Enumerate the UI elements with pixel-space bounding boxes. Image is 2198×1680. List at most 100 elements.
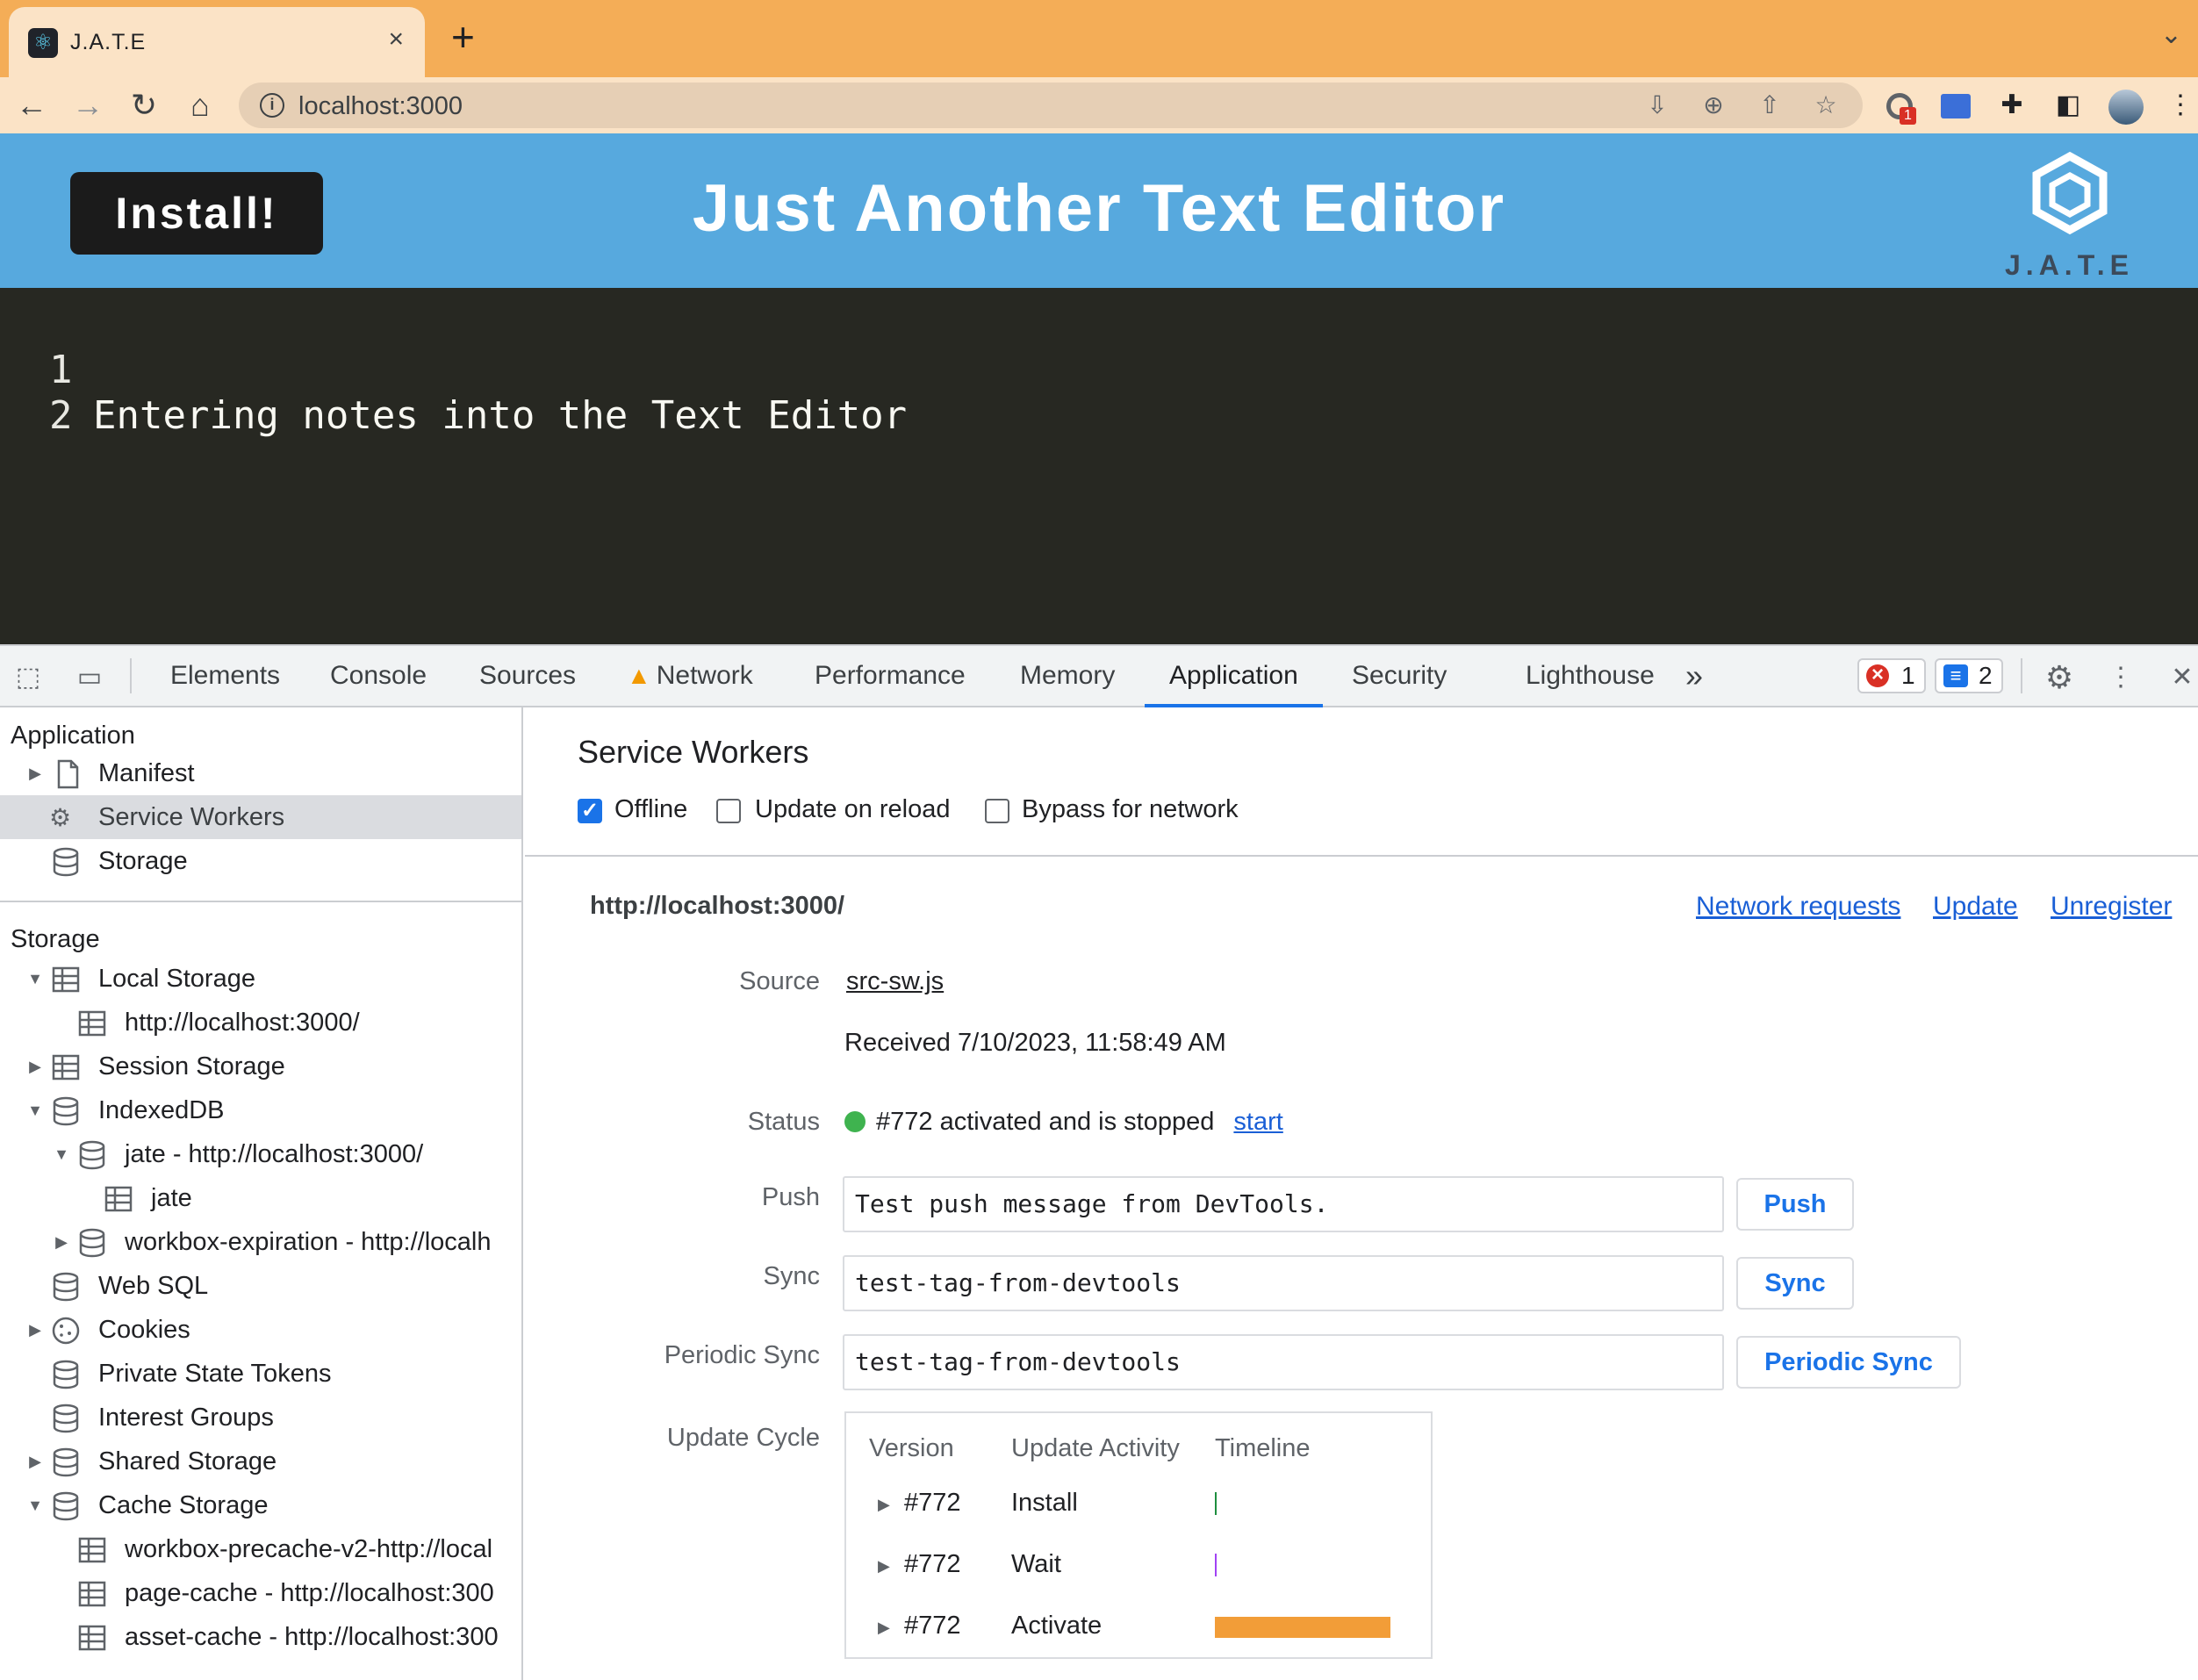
side-panel-icon[interactable]: ◧ [2052, 90, 2084, 121]
sidebar-item-cache-storage[interactable]: ▼ Cache Storage [0, 1483, 521, 1527]
collapse-arrow-icon[interactable]: ▼ [26, 1483, 44, 1527]
bookmark-star-icon[interactable]: ☆ [1810, 90, 1842, 121]
browser-menu-icon[interactable]: ⋮ [2165, 90, 2196, 121]
tab-performance[interactable]: Performance [799, 646, 981, 707]
collapse-arrow-icon[interactable]: ▼ [26, 957, 44, 1001]
collapse-arrow-icon[interactable]: ▼ [53, 1132, 70, 1176]
expand-arrow-icon[interactable]: ▶ [26, 1045, 44, 1088]
address-bar-url[interactable]: localhost:3000 [298, 92, 463, 121]
settings-gear-icon[interactable]: ⚙ [2040, 658, 2079, 697]
tab-application[interactable]: Application [1145, 646, 1323, 707]
sidebar-item-web-sql[interactable]: Web SQL [0, 1264, 521, 1308]
tab-search-chevron-icon[interactable]: ⌄ [2160, 19, 2182, 50]
device-toolbar-icon[interactable]: ▭ [70, 658, 109, 697]
tab-sources[interactable]: Sources [463, 646, 592, 707]
editor-line[interactable]: 2 [0, 348, 93, 438]
update-cycle-label: Update Cycle [666, 1424, 820, 1452]
sidebar-item-label: jate [151, 1184, 192, 1212]
extension-icon[interactable]: 1 [1884, 90, 1916, 125]
sync-button[interactable]: Sync [1736, 1257, 1854, 1310]
extensions-puzzle-icon[interactable]: ✚ [1996, 90, 2028, 121]
sidebar-item-session-storage[interactable]: ▶ Session Storage [0, 1045, 521, 1088]
start-link[interactable]: start [1233, 1108, 1282, 1136]
sidebar-item-interest-groups[interactable]: Interest Groups [0, 1396, 521, 1439]
update-link[interactable]: Update [1933, 892, 2018, 922]
devtools-menu-icon[interactable]: ⋮ [2101, 658, 2140, 697]
forward-arrow-icon[interactable]: → [67, 84, 109, 126]
push-button[interactable]: Push [1736, 1178, 1854, 1231]
tab-close-icon[interactable]: × [388, 25, 404, 54]
expand-arrow-icon[interactable]: ▶ [26, 1439, 44, 1483]
tab-memory[interactable]: Memory [1004, 646, 1131, 707]
inspect-element-icon[interactable]: ⬚ [9, 658, 47, 697]
tab-lighthouse[interactable]: Lighthouse [1510, 646, 1670, 707]
reload-icon[interactable]: ↻ [123, 84, 165, 126]
sidebar-item-cookies[interactable]: ▶ Cookies [0, 1308, 521, 1352]
home-icon[interactable]: ⌂ [179, 84, 221, 126]
expand-arrow-icon[interactable]: ▶ [878, 1557, 890, 1576]
offline-label[interactable]: Offline [614, 795, 687, 824]
sync-input[interactable]: test-tag-from-devtools [843, 1255, 1724, 1311]
window-extension-icon[interactable] [1940, 90, 1972, 121]
address-bar[interactable]: i localhost:3000 ⇩ ⊕ ⇧ ☆ [239, 83, 1863, 128]
sidebar-item-page-cache[interactable]: page-cache - http://localhost:300 [0, 1571, 521, 1615]
error-count-badge[interactable]: 1 [1857, 658, 1926, 693]
expand-arrow-icon[interactable]: ▶ [878, 1496, 890, 1514]
offline-checkbox[interactable]: ✓ [578, 799, 602, 823]
bypass-for-network-checkbox[interactable] [985, 799, 1009, 823]
push-label: Push [761, 1183, 820, 1211]
sidebar-item-precache[interactable]: workbox-precache-v2-http://local [0, 1527, 521, 1571]
unregister-link[interactable]: Unregister [2051, 892, 2172, 922]
sidebar-item-service-workers[interactable]: ⚙ Service Workers [0, 795, 521, 839]
sidebar-item-local-storage[interactable]: ▼ Local Storage [0, 957, 521, 1001]
sidebar-item-manifest[interactable]: ▶ Manifest [0, 751, 521, 795]
periodic-sync-label: Periodic Sync [664, 1341, 820, 1369]
sidebar-item-jate-store[interactable]: jate [0, 1176, 521, 1220]
sidebar-item-jate-db[interactable]: ▼ jate - http://localhost:3000/ [0, 1132, 521, 1176]
expand-arrow-icon[interactable]: ▶ [26, 1308, 44, 1352]
sidebar-item-label: http://localhost:3000/ [125, 1009, 360, 1037]
install-app-icon[interactable]: ⇩ [1641, 90, 1673, 121]
table-icon [104, 1186, 133, 1212]
sidebar-item-local-storage-origin[interactable]: http://localhost:3000/ [0, 1001, 521, 1045]
periodic-sync-input[interactable]: test-tag-from-devtools [843, 1334, 1724, 1390]
database-icon [53, 1096, 79, 1126]
line-text[interactable]: Entering notes into the Text Editor [93, 393, 907, 439]
collapse-arrow-icon[interactable]: ▼ [26, 1088, 44, 1132]
editor-line[interactable]: 1 Entering notes into the Text Editor [0, 302, 907, 438]
sidebar-item-shared-storage[interactable]: ▶ Shared Storage [0, 1439, 521, 1483]
update-on-reload-label[interactable]: Update on reload [755, 795, 951, 824]
sidebar-item-workbox-expiration[interactable]: ▶ workbox-expiration - http://localh [0, 1220, 521, 1264]
tab-network[interactable]: ▲ Network [611, 646, 769, 707]
network-requests-link[interactable]: Network requests [1696, 892, 1900, 922]
panel-title: Service Workers [578, 734, 809, 770]
sidebar-item-storage[interactable]: Storage [0, 839, 521, 883]
zoom-icon[interactable]: ⊕ [1698, 90, 1729, 121]
bypass-for-network-label[interactable]: Bypass for network [1022, 795, 1239, 824]
sidebar-item-indexeddb[interactable]: ▼ IndexedDB [0, 1088, 521, 1132]
table-icon [78, 1581, 106, 1607]
sidebar-item-asset-cache[interactable]: asset-cache - http://localhost:300 [0, 1615, 521, 1659]
back-arrow-icon[interactable]: ← [11, 84, 53, 126]
more-tabs-icon[interactable]: » [1685, 646, 1703, 707]
expand-arrow-icon[interactable]: ▶ [878, 1619, 890, 1637]
push-input[interactable]: Test push message from DevTools. [843, 1176, 1724, 1232]
update-on-reload-checkbox[interactable] [716, 799, 741, 823]
close-devtools-icon[interactable]: ✕ [2163, 658, 2198, 697]
periodic-sync-button[interactable]: Periodic Sync [1736, 1336, 1961, 1389]
message-count-badge[interactable]: 2 [1935, 658, 2003, 693]
text-editor[interactable]: 1 Entering notes into the Text Editor 2 [0, 288, 2198, 644]
browser-tab[interactable]: ⚛ J.A.T.E × [9, 7, 425, 77]
profile-avatar[interactable] [2108, 90, 2144, 125]
tab-elements[interactable]: Elements [154, 646, 296, 707]
sidebar-item-label: Cache Storage [98, 1491, 269, 1519]
new-tab-button[interactable]: + [451, 14, 475, 60]
tab-console[interactable]: Console [314, 646, 442, 707]
source-file-link[interactable]: src-sw.js [846, 967, 944, 996]
site-info-icon[interactable]: i [260, 93, 284, 118]
expand-arrow-icon[interactable]: ▶ [26, 751, 44, 795]
share-icon[interactable]: ⇧ [1754, 90, 1785, 121]
sidebar-item-private-state-tokens[interactable]: Private State Tokens [0, 1352, 521, 1396]
tab-security[interactable]: Security [1336, 646, 1462, 707]
expand-arrow-icon[interactable]: ▶ [53, 1220, 70, 1264]
